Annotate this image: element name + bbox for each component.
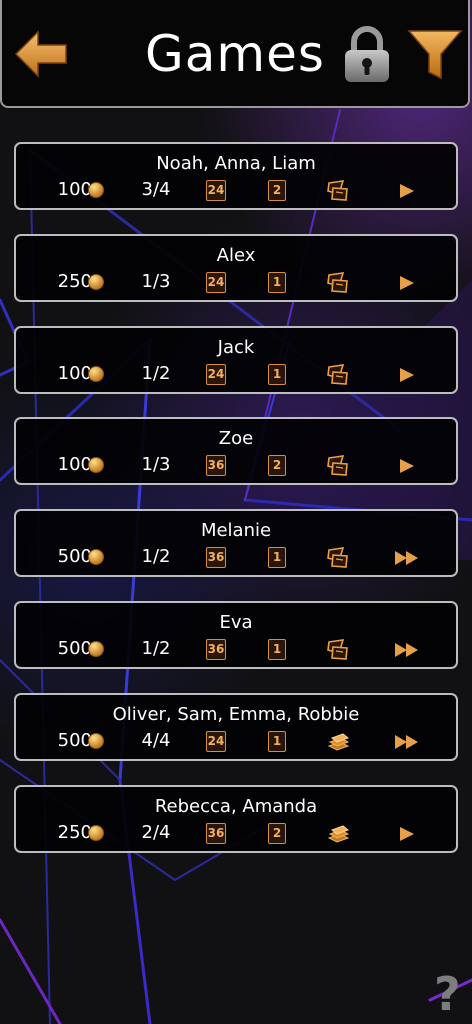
player-names: Rebecca, Amanda — [154, 795, 318, 817]
stake-amount: 500 — [57, 729, 92, 751]
fast-forward-icon — [394, 642, 420, 658]
player-names: Noah, Anna, Liam — [156, 153, 316, 174]
coin-icon — [88, 732, 104, 749]
game-row[interactable]: Eva 500 1/2 36 1 — [14, 601, 458, 669]
rounds-badge: 1 — [268, 730, 286, 752]
stake-amount: 500 — [57, 638, 92, 659]
player-count: 3/4 — [141, 179, 171, 200]
rounds-badge: 1 — [268, 271, 286, 293]
game-row[interactable]: Zoe 100 1/3 36 2 — [14, 417, 458, 486]
deck-size-badge: 36 — [206, 639, 226, 660]
play-icon — [399, 275, 415, 291]
player-count: 4/4 — [141, 729, 171, 751]
padlock-icon[interactable] — [342, 24, 392, 86]
cards-stack-icon — [326, 823, 350, 845]
stake-amount: 100 — [57, 179, 92, 200]
player-names: Oliver, Sam, Emma, Robbie — [112, 703, 360, 725]
cards-down-icon — [326, 271, 350, 294]
game-row[interactable]: Alex 250 1/3 24 1 — [14, 233, 458, 302]
play-icon — [399, 183, 415, 199]
deck-size-badge: 24 — [206, 271, 226, 293]
page-title: Games — [145, 25, 325, 83]
fast-forward-icon — [394, 734, 420, 750]
game-row[interactable]: Oliver, Sam, Emma, Robbie 500 4/4 24 1 — [14, 692, 458, 761]
player-names: Eva — [219, 612, 253, 633]
play-icon — [399, 367, 415, 383]
player-count: 1/3 — [141, 454, 171, 476]
deck-size-badge: 24 — [206, 363, 226, 385]
player-names: Jack — [217, 336, 255, 358]
cards-down-icon — [326, 455, 350, 477]
coin-icon — [88, 641, 104, 657]
rounds-badge: 2 — [268, 822, 286, 844]
funnel-filter-icon[interactable] — [406, 28, 464, 82]
player-count: 1/2 — [141, 362, 171, 384]
coin-icon — [88, 549, 104, 566]
game-row[interactable]: Jack 100 1/2 24 1 — [14, 325, 458, 394]
stake-amount: 250 — [57, 270, 92, 292]
stake-amount: 100 — [57, 362, 92, 384]
deck-size-badge: 24 — [206, 180, 226, 201]
header-bar: Games — [0, 0, 470, 108]
coin-icon — [88, 457, 104, 474]
game-row[interactable]: Noah, Anna, Liam 100 3/4 24 2 — [14, 142, 458, 210]
coin-icon — [88, 824, 104, 841]
player-count: 1/3 — [141, 270, 171, 292]
rounds-badge: 2 — [268, 180, 286, 201]
coin-icon — [88, 273, 104, 290]
help-button[interactable]: ? — [434, 966, 461, 1022]
deck-size-badge: 36 — [206, 822, 226, 844]
rounds-badge: 1 — [268, 363, 286, 385]
cards-down-icon — [326, 363, 350, 386]
cards-down-icon — [326, 180, 350, 202]
coin-icon — [88, 182, 104, 198]
player-count: 1/2 — [141, 638, 171, 659]
rounds-badge: 1 — [268, 547, 286, 569]
player-names: Alex — [216, 244, 256, 266]
rounds-badge: 1 — [268, 639, 286, 660]
game-row[interactable]: Melanie 500 1/2 36 1 — [14, 509, 458, 578]
game-row[interactable]: Rebecca, Amanda 250 2/4 36 2 — [14, 784, 458, 853]
deck-size-badge: 36 — [206, 455, 226, 477]
deck-size-badge: 24 — [206, 730, 226, 752]
stake-amount: 100 — [57, 454, 92, 476]
player-count: 2/4 — [141, 821, 171, 843]
cards-down-icon — [326, 547, 350, 569]
player-names: Melanie — [200, 520, 272, 542]
play-icon — [399, 458, 415, 474]
player-names: Zoe — [218, 428, 254, 450]
fast-forward-icon — [394, 550, 420, 566]
stake-amount: 500 — [57, 546, 92, 568]
cards-down-icon — [326, 639, 350, 661]
rounds-badge: 2 — [268, 455, 286, 477]
play-icon — [399, 826, 415, 842]
stake-amount: 250 — [57, 821, 92, 843]
deck-size-badge: 36 — [206, 547, 226, 569]
coin-icon — [88, 365, 104, 382]
player-count: 1/2 — [141, 546, 171, 568]
cards-stack-icon — [326, 731, 350, 753]
